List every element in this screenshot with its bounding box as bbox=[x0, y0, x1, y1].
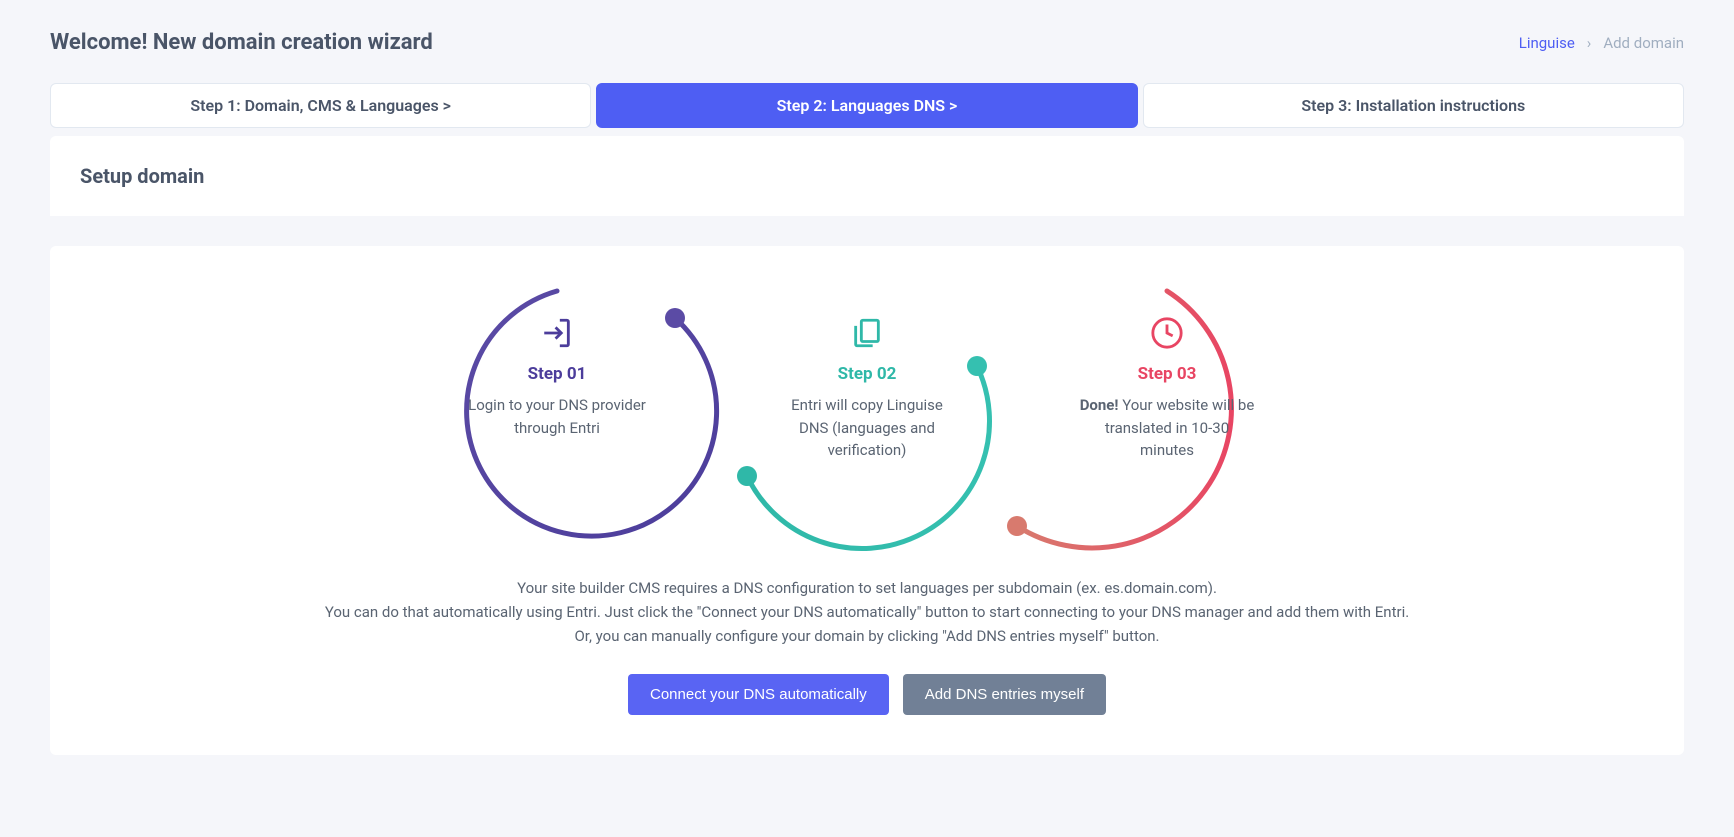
diagram-step-3: Step 03 Done! Your website will be trans… bbox=[1057, 316, 1277, 462]
info-line-3: Or, you can manually configure your doma… bbox=[110, 624, 1624, 648]
diagram-step-2: Step 02 Entri will copy Linguise DNS (la… bbox=[757, 316, 977, 462]
wizard-steps-nav: Step 1: Domain, CMS & Languages > Step 2… bbox=[50, 83, 1684, 128]
diagram-step-1-desc: Login to your DNS provider through Entri bbox=[447, 394, 667, 439]
diagram-step-1: Step 01 Login to your DNS provider throu… bbox=[447, 316, 667, 439]
setup-domain-header: Setup domain bbox=[50, 136, 1684, 216]
breadcrumb: Linguise › Add domain bbox=[1519, 34, 1684, 52]
info-line-2: You can do that automatically using Entr… bbox=[110, 600, 1624, 624]
clock-icon bbox=[1057, 316, 1277, 350]
action-buttons: Connect your DNS automatically Add DNS e… bbox=[80, 674, 1654, 715]
info-text: Your site builder CMS requires a DNS con… bbox=[80, 576, 1654, 648]
connect-dns-button[interactable]: Connect your DNS automatically bbox=[628, 674, 889, 715]
chevron-right-icon: › bbox=[1587, 34, 1592, 52]
diagram-step-1-label: Step 01 bbox=[447, 364, 667, 384]
info-line-1: Your site builder CMS requires a DNS con… bbox=[110, 576, 1624, 600]
breadcrumb-root-link[interactable]: Linguise bbox=[1519, 34, 1575, 52]
add-dns-manual-button[interactable]: Add DNS entries myself bbox=[903, 674, 1106, 715]
login-icon bbox=[447, 316, 667, 350]
breadcrumb-current: Add domain bbox=[1603, 34, 1684, 52]
main-content-card: Step 01 Login to your DNS provider throu… bbox=[50, 246, 1684, 755]
wizard-step-3-tab[interactable]: Step 3: Installation instructions bbox=[1143, 83, 1684, 128]
wizard-step-1-tab[interactable]: Step 1: Domain, CMS & Languages > bbox=[50, 83, 591, 128]
steps-diagram: Step 01 Login to your DNS provider throu… bbox=[447, 276, 1287, 556]
wizard-step-2-tab[interactable]: Step 2: Languages DNS > bbox=[596, 83, 1137, 128]
diagram-step-2-label: Step 02 bbox=[757, 364, 977, 384]
diagram-step-2-desc: Entri will copy Linguise DNS (languages … bbox=[757, 394, 977, 462]
section-title: Setup domain bbox=[80, 164, 1654, 188]
diagram-step-3-desc: Done! Your website will be translated in… bbox=[1057, 394, 1277, 462]
diagram-step-3-label: Step 03 bbox=[1057, 364, 1277, 384]
copy-icon bbox=[757, 316, 977, 350]
page-title: Welcome! New domain creation wizard bbox=[50, 30, 433, 55]
